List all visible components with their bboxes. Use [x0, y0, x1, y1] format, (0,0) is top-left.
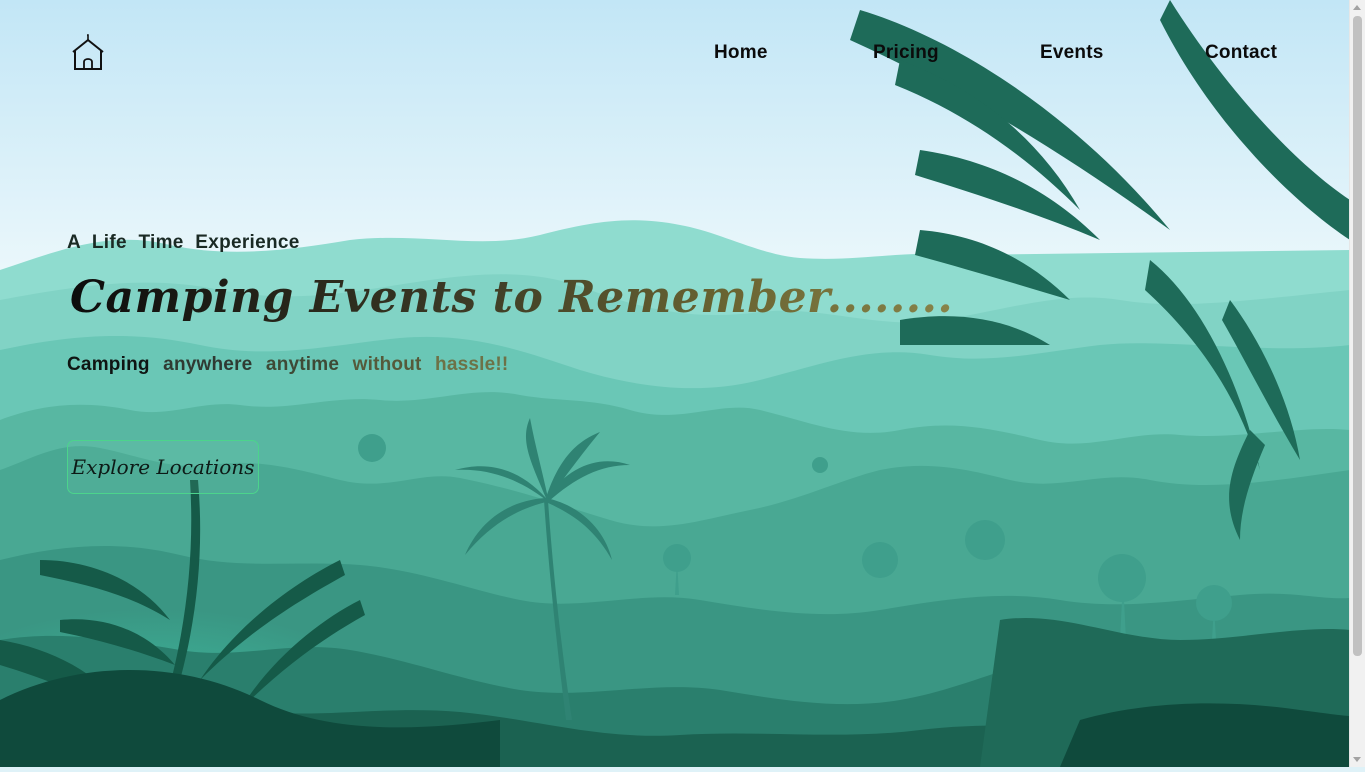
hero-subline: Camping anywhere anytime without hassle!… — [67, 354, 508, 376]
main-nav: Home Pricing Events Contact — [0, 42, 1350, 66]
subline-word: anytime — [265, 354, 340, 375]
subline-word: without — [352, 354, 422, 375]
hero-tagline: A Life Time Experience — [67, 232, 300, 253]
nav-pricing-link[interactable]: Pricing — [873, 42, 939, 64]
explore-locations-button[interactable]: Explore Locations — [67, 440, 259, 494]
scroll-down-arrow-icon[interactable] — [1353, 757, 1361, 762]
nav-home-link[interactable]: Home — [714, 42, 768, 64]
subline-word: Camping — [67, 354, 150, 375]
jungle-landscape-illustration — [0, 0, 1350, 768]
nav-contact-link[interactable]: Contact — [1205, 42, 1277, 64]
scroll-up-arrow-icon[interactable] — [1353, 5, 1361, 10]
scrollbar-thumb[interactable] — [1353, 16, 1362, 656]
hero-background — [0, 0, 1350, 768]
subline-word: hassle!! — [435, 354, 509, 375]
nav-events-link[interactable]: Events — [1040, 42, 1104, 64]
hero-headline: Camping Events to Remember........ — [70, 272, 954, 323]
vertical-scrollbar[interactable] — [1349, 0, 1365, 767]
subline-word: anywhere — [163, 354, 253, 375]
